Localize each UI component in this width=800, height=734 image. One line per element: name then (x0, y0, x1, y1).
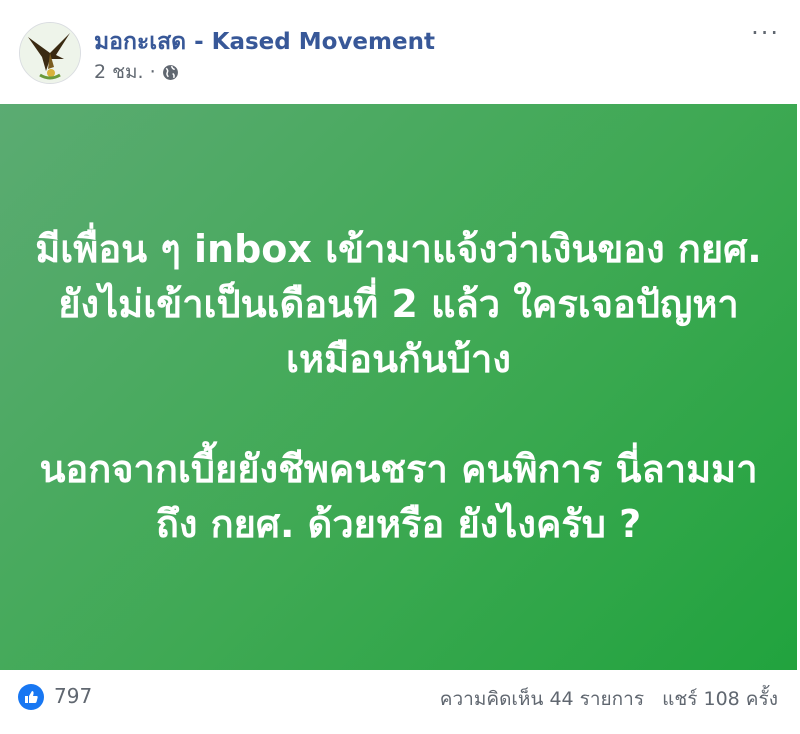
avatar-logo (20, 23, 80, 83)
post-paragraph: มีเพื่อน ๆ inbox เข้ามาแจ้งว่าเงินของ กย… (35, 227, 762, 381)
post-meta: 2 ชม. · (94, 60, 179, 84)
post-header: มอกะเสด - Kased Movement 2 ชม. · ··· (0, 0, 800, 104)
thumbs-up-icon (25, 691, 38, 703)
post-paragraph: นอกจากเบี้ยยังชีพคนชรา คนพิการ นี่ลามมาถ… (39, 447, 758, 546)
post-footer: 797 ความคิดเห็น 44 รายการ แชร์ 108 ครั้ง (0, 670, 800, 734)
reaction-count[interactable]: 797 (54, 684, 92, 708)
page-name-link[interactable]: มอกะเสด - Kased Movement (94, 24, 435, 60)
more-options-icon[interactable]: ··· (751, 21, 780, 45)
comments-count-link[interactable]: ความคิดเห็น 44 รายการ (440, 688, 644, 710)
globe-icon[interactable] (162, 64, 179, 81)
avatar[interactable] (19, 22, 81, 84)
shares-count-link[interactable]: แชร์ 108 ครั้ง (662, 688, 778, 710)
meta-separator: · (149, 61, 156, 83)
like-icon[interactable] (18, 684, 44, 710)
post-stats: ความคิดเห็น 44 รายการ แชร์ 108 ครั้ง (440, 684, 778, 714)
post-text-background[interactable]: มีเพื่อน ๆ inbox เข้ามาแจ้งว่าเงินของ กย… (0, 104, 797, 670)
post-text: มีเพื่อน ๆ inbox เข้ามาแจ้งว่าเงินของ กย… (29, 222, 769, 552)
post-timestamp[interactable]: 2 ชม. (94, 57, 144, 87)
